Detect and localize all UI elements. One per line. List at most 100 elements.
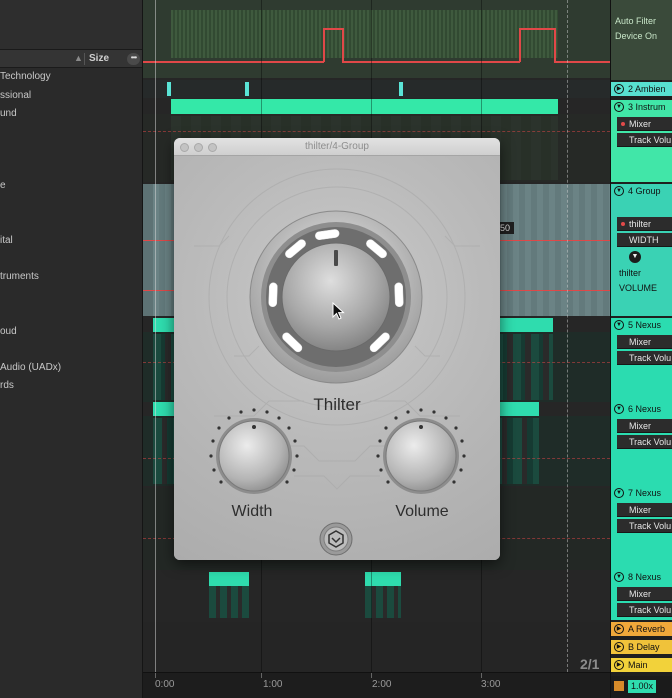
column-separator <box>84 53 85 65</box>
fold-icon[interactable]: ▼ <box>614 186 624 196</box>
sort-arrow-icon[interactable]: ▲ <box>74 53 83 63</box>
track-header-a-reverb[interactable]: ▶ A Reverb <box>611 622 672 636</box>
ruler-label: 0:00 <box>155 679 175 690</box>
track-headers-panel: Auto Filter Device On ▶ 2 Ambien ▼ 3 Ins… <box>610 0 672 698</box>
track-name: A Reverb <box>628 624 666 634</box>
plugin-window[interactable]: thilter/4-Group Thilter Width Volume <box>174 138 500 560</box>
midi-clip[interactable] <box>171 10 558 58</box>
play-icon[interactable]: ▶ <box>614 660 624 670</box>
parameter-chooser[interactable]: Track Volu <box>617 435 672 449</box>
midi-clip[interactable] <box>209 586 249 618</box>
ruler-label: 2:00 <box>372 679 392 690</box>
fold-icon[interactable]: ▼ <box>614 320 624 330</box>
browser-item[interactable]: ital <box>0 235 13 246</box>
parameter-chooser[interactable]: WIDTH <box>617 233 672 247</box>
parameter-chooser[interactable]: Track Volu <box>617 351 672 365</box>
ruler-tick <box>371 673 372 678</box>
browser-item[interactable]: Audio (UADx) <box>0 362 61 373</box>
track-name: B Delay <box>628 642 660 652</box>
volume-knob[interactable] <box>371 406 471 506</box>
play-icon[interactable]: ▶ <box>614 642 624 652</box>
browser-top-area <box>0 0 142 50</box>
browser-item[interactable]: ssional <box>0 90 31 101</box>
track-name: 5 Nexus <box>628 320 662 330</box>
width-knob-label: Width <box>231 503 273 520</box>
ruler-label: 3:00 <box>481 679 501 690</box>
ruler-label: 1:00 <box>263 679 283 690</box>
track-lane <box>143 80 610 98</box>
zoom-readout[interactable]: 1.00x <box>628 680 657 693</box>
plugin-titlebar[interactable]: thilter/4-Group <box>174 138 500 156</box>
device-chooser[interactable]: Mixer <box>617 117 672 131</box>
play-icon[interactable]: ▶ <box>614 624 624 634</box>
audio-clip[interactable] <box>399 82 403 96</box>
track-header-5[interactable]: ▼ 5 Nexus <box>611 318 672 332</box>
loop-start-marker[interactable] <box>155 0 156 672</box>
time-ruler[interactable]: 0:00 1:00 2:00 3:00 <box>143 672 610 698</box>
browser-column-header: ▲ Size ••• <box>0 50 142 68</box>
brand-logo-icon[interactable] <box>319 522 353 556</box>
audio-clip[interactable] <box>209 572 249 586</box>
automation-segment <box>323 28 325 62</box>
ruler-tick <box>155 673 156 678</box>
play-icon[interactable]: ▶ <box>614 84 624 94</box>
device-chooser[interactable]: thilter <box>617 217 672 231</box>
audio-clip[interactable] <box>171 99 558 114</box>
plugin-panel: Thilter Width Volume <box>174 156 500 560</box>
browser-item[interactable]: rds <box>0 380 14 391</box>
more-options-icon[interactable]: ••• <box>127 53 140 65</box>
track-header-8[interactable]: ▼ 8 Nexus <box>611 570 672 584</box>
ableton-window: ▲ Size ••• Technology ssional und e ital… <box>0 0 672 698</box>
track-header-7[interactable]: ▼ 7 Nexus <box>611 486 672 500</box>
track-body-4 <box>611 198 672 316</box>
audio-clip[interactable] <box>167 82 171 96</box>
track-header-4[interactable]: ▼ 4 Group <box>611 184 672 198</box>
volume-knob-label: Volume <box>395 503 449 520</box>
browser-item[interactable]: truments <box>0 271 39 282</box>
track-header-3[interactable]: ▼ 3 Instrum <box>611 100 672 114</box>
automation-segment <box>554 61 610 63</box>
ruler-tick <box>261 673 262 678</box>
fold-icon[interactable]: ▼ <box>614 404 624 414</box>
track-name: 4 Group <box>628 186 661 196</box>
device-chooser[interactable]: Mixer <box>617 419 672 433</box>
size-column-header[interactable]: Size <box>89 53 109 64</box>
fold-icon[interactable]: ▼ <box>614 572 624 582</box>
fold-icon[interactable]: ▼ <box>614 102 624 112</box>
browser-item[interactable]: Technology <box>0 71 51 82</box>
track-name: 3 Instrum <box>628 102 666 112</box>
device-chooser[interactable]: Mixer <box>617 587 672 601</box>
lane-parameter-name: VOLUME <box>619 283 658 293</box>
track-name: 2 Ambien <box>628 84 666 94</box>
track-header-2[interactable]: ▶ 2 Ambien <box>611 82 672 96</box>
parameter-chooser[interactable]: Track Volu <box>617 519 672 533</box>
track-header-b-delay[interactable]: ▶ B Delay <box>611 640 672 654</box>
parameter-chooser[interactable]: Track Volu <box>617 603 672 617</box>
fold-icon[interactable]: ▼ <box>614 488 624 498</box>
automation-segment <box>519 28 555 30</box>
zoom-bar: 1.00x <box>611 676 672 698</box>
thilter-knob[interactable] <box>247 208 425 386</box>
automation-segment <box>323 28 343 30</box>
automation-guide <box>143 131 610 132</box>
automation-parameter-name: Device On <box>615 31 658 41</box>
ruler-tick <box>481 673 482 678</box>
zoom-icon[interactable] <box>614 681 624 691</box>
device-chooser[interactable]: Mixer <box>617 503 672 517</box>
automation-track-header[interactable]: Auto Filter Device On <box>611 0 672 80</box>
track-header-main[interactable]: ▶ Main <box>611 658 672 672</box>
automation-segment <box>342 61 520 63</box>
automation-segment <box>342 28 344 62</box>
expand-icon[interactable]: ▼ <box>629 251 641 263</box>
device-chooser[interactable]: Mixer <box>617 335 672 349</box>
automation-segment <box>143 61 324 63</box>
browser-item[interactable]: und <box>0 108 17 119</box>
width-knob[interactable] <box>204 406 304 506</box>
loop-end-marker[interactable] <box>567 0 568 672</box>
track-header-6[interactable]: ▼ 6 Nexus <box>611 402 672 416</box>
parameter-chooser[interactable]: Track Volu <box>617 133 672 147</box>
browser-item[interactable]: e <box>0 180 6 191</box>
browser-item[interactable]: oud <box>0 326 17 337</box>
audio-clip[interactable] <box>245 82 249 96</box>
track-name: 7 Nexus <box>628 488 662 498</box>
